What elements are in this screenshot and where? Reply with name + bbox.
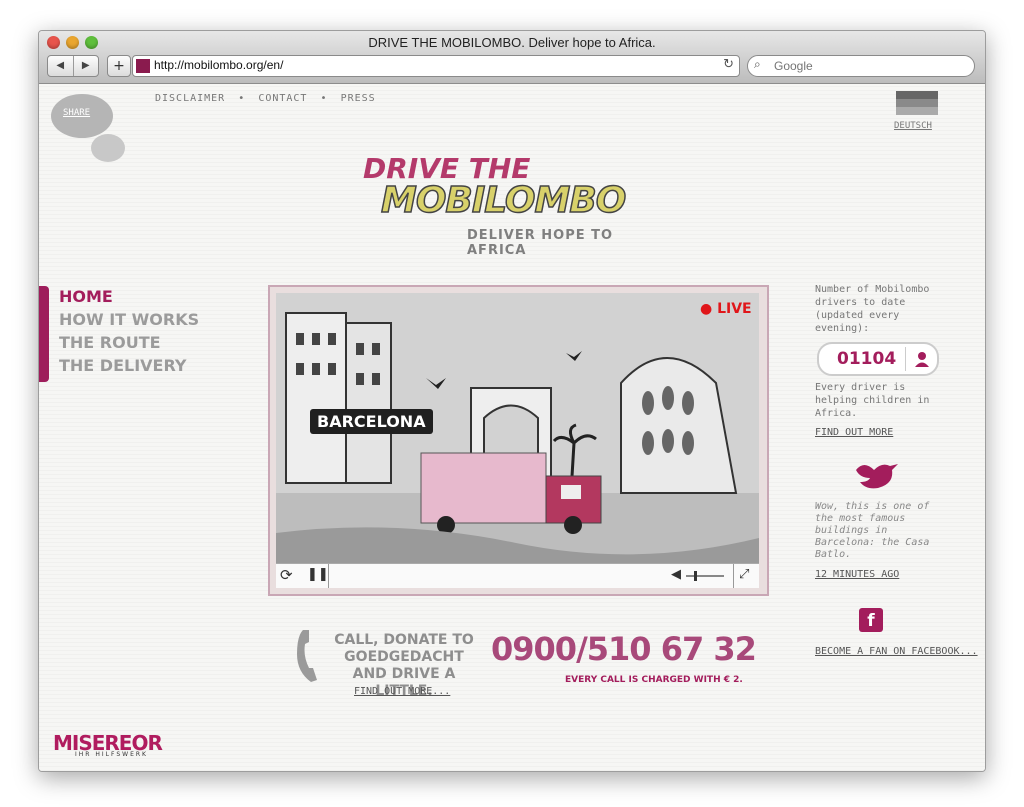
search-bar[interactable]: ⌕ xyxy=(747,55,975,77)
nav-separator: • xyxy=(238,93,246,104)
window-title: DRIVE THE MOBILOMBO. Deliver hope to Afr… xyxy=(368,35,656,50)
main-menu: HOME HOW IT WORKS THE ROUTE THE DELIVERY xyxy=(59,287,199,379)
facebook-fan-link[interactable]: BECOME A FAN ON FACEBOOK... xyxy=(815,645,978,658)
german-flag-icon[interactable] xyxy=(896,91,938,115)
logo-tagline: DELIVER HOPE TO AFRICA xyxy=(467,228,614,258)
page-content: SHARE DISCLAIMER • CONTACT • PRESS DEUTS… xyxy=(39,84,985,771)
history-buttons: ◀ ▶ xyxy=(47,55,99,77)
video-screen[interactable]: ● LIVE BARCELONA xyxy=(276,293,759,563)
menu-active-indicator xyxy=(39,286,49,382)
person-icon xyxy=(915,352,929,367)
facebook-icon[interactable]: f xyxy=(859,608,883,632)
misereor-logo[interactable]: MISEREOR IHR HILFSWERK xyxy=(53,731,163,758)
live-label: LIVE xyxy=(717,301,752,317)
counter-divider xyxy=(905,347,906,371)
forward-button[interactable]: ▶ xyxy=(74,56,99,76)
nav-separator: • xyxy=(320,93,328,104)
helping-text: Every driver is helping children in Afri… xyxy=(815,382,930,419)
site-favicon-icon xyxy=(136,59,150,73)
address-bar[interactable]: http://mobilombo.org/en/ ↻ xyxy=(132,55,740,77)
menu-item-how-it-works[interactable]: HOW IT WORKS xyxy=(59,310,199,329)
call-find-out-more-link[interactable]: FIND OUT MORE... xyxy=(354,686,450,697)
search-input[interactable] xyxy=(772,57,966,75)
browser-window: DRIVE THE MOBILOMBO. Deliver hope to Afr… xyxy=(38,30,986,772)
browser-titlebar: DRIVE THE MOBILOMBO. Deliver hope to Afr… xyxy=(39,31,985,84)
call-charge-note: EVERY CALL IS CHARGED WITH € 2. xyxy=(565,675,743,685)
drivers-count: 01104 xyxy=(837,349,897,369)
tweet-text: Wow, this is one of the most famous buil… xyxy=(815,501,930,560)
control-divider xyxy=(733,564,734,588)
find-out-more-link[interactable]: FIND OUT MORE xyxy=(815,427,893,438)
replay-icon[interactable]: ⟳ xyxy=(280,566,293,584)
nav-disclaimer-link[interactable]: DISCLAIMER xyxy=(155,93,225,104)
control-divider xyxy=(328,564,329,588)
reload-icon[interactable]: ↻ xyxy=(723,57,734,72)
drivers-counter: 01104 xyxy=(817,342,939,376)
live-video-player[interactable]: ● LIVE BARCELONA ⟳ ❚❚ ◀ ⤢ xyxy=(268,285,769,596)
share-link[interactable]: SHARE xyxy=(63,108,90,118)
live-indicator: ● LIVE xyxy=(700,301,752,317)
phone-icon xyxy=(297,630,317,682)
speech-bubble-small-icon xyxy=(91,134,125,162)
twitter-bird-icon[interactable] xyxy=(852,458,900,492)
menu-item-the-route[interactable]: THE ROUTE xyxy=(59,333,199,352)
site-logo[interactable]: DRIVE THE MOBILOMBO DELIVER HOPE TO AFRI… xyxy=(359,152,659,258)
pause-icon[interactable]: ❚❚ xyxy=(307,567,329,582)
video-controls: ⟳ ❚❚ ◀ ⤢ xyxy=(276,563,759,588)
barcelona-sign: BARCELONA xyxy=(310,409,433,434)
url-text[interactable]: http://mobilombo.org/en/ xyxy=(154,58,283,72)
volume-icon[interactable]: ◀ xyxy=(671,567,681,582)
language-link[interactable]: DEUTSCH xyxy=(894,121,932,131)
add-bookmark-button[interactable]: + xyxy=(107,55,131,77)
tweet-time-link[interactable]: 12 MINUTES AGO xyxy=(815,569,899,580)
phone-number: 0900/510 67 32 xyxy=(491,630,757,668)
nav-press-link[interactable]: PRESS xyxy=(341,93,376,104)
menu-item-the-delivery[interactable]: THE DELIVERY xyxy=(59,356,199,375)
fullscreen-icon[interactable]: ⤢ xyxy=(739,567,749,582)
top-navigation: DISCLAIMER • CONTACT • PRESS xyxy=(155,93,382,104)
logo-mobilombo: MOBILOMBO xyxy=(380,179,627,222)
drivers-description: Number of Mobilombo drivers to date (upd… xyxy=(815,284,930,334)
volume-slider[interactable] xyxy=(686,575,724,577)
menu-item-home[interactable]: HOME xyxy=(59,287,199,306)
share-widget[interactable]: SHARE xyxy=(51,94,125,162)
volume-slider-handle[interactable] xyxy=(694,571,697,581)
search-icon[interactable]: ⌕ xyxy=(754,57,761,72)
back-button[interactable]: ◀ xyxy=(48,56,74,76)
nav-contact-link[interactable]: CONTACT xyxy=(258,93,307,104)
